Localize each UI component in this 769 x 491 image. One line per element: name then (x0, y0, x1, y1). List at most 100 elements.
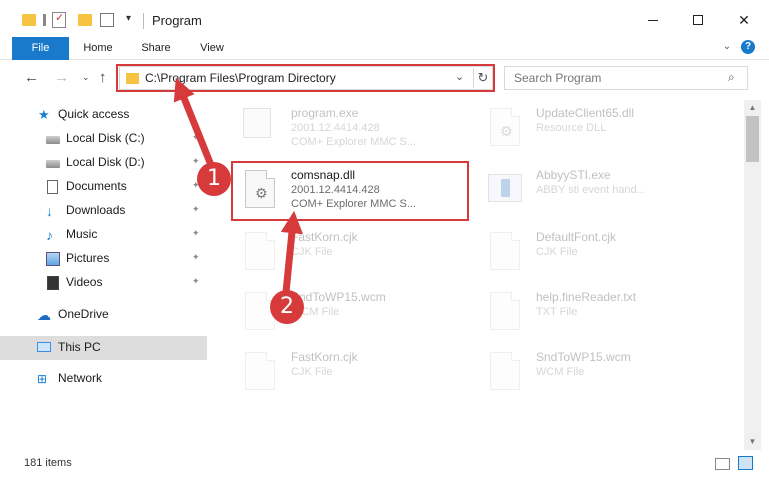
sidebar-item-documents[interactable]: Documents ✦ (0, 176, 207, 198)
file-name: AbbyySTI.exe (536, 168, 611, 182)
file-name: FastKorn.cjk (291, 230, 358, 244)
dll-file-icon: ⚙ (490, 108, 520, 146)
file-name: program.exe (291, 106, 359, 120)
tab-share[interactable]: Share (131, 37, 181, 60)
new-folder-icon[interactable] (78, 14, 92, 26)
title-bar: ▾ Program ✕ (0, 0, 769, 40)
title-separator (143, 13, 144, 29)
document-icon (47, 180, 58, 194)
minimize-button[interactable] (630, 0, 676, 40)
sidebar-item-label: Network (58, 371, 103, 385)
pictures-icon (46, 252, 60, 266)
sidebar-item-label: Pictures (66, 251, 110, 265)
music-icon: ♪ (46, 227, 53, 243)
separator (43, 14, 46, 26)
sidebar-item-local-disk-d[interactable]: Local Disk (D:) ✦ (0, 152, 207, 174)
tab-home[interactable]: Home (73, 37, 123, 60)
sidebar-item-pictures[interactable]: Pictures ✦ (0, 248, 207, 270)
details-view-icon[interactable] (715, 458, 730, 470)
file-list: program.exe 2001.12.4414.428 COM+ Explor… (207, 100, 744, 450)
cloud-icon: ☁ (37, 307, 51, 323)
sidebar-item-quick-access[interactable]: ★ Quick access (0, 104, 207, 126)
minimize-icon (648, 19, 658, 21)
scrollbar-thumb[interactable] (746, 116, 759, 162)
gear-icon: ⚙ (500, 123, 513, 139)
sidebar-item-local-disk-c[interactable]: Local Disk (C:) ✦ (0, 128, 207, 150)
pin-icon: ✦ (192, 204, 200, 214)
sidebar-item-label: Music (66, 227, 98, 241)
folder-icon[interactable] (22, 14, 36, 26)
sidebar-item-label: OneDrive (58, 307, 109, 321)
sidebar-item-label: Local Disk (D:) (66, 155, 145, 169)
file-detail: TXT File (536, 306, 578, 318)
file-name: SndToWP15.wcm (536, 350, 631, 364)
file-item[interactable]: FastKorn.cjk CJK File (217, 344, 452, 398)
status-bar: 181 items (0, 450, 769, 491)
vertical-scrollbar[interactable]: ▲ ▼ (744, 100, 761, 450)
file-detail: CJK File (536, 246, 578, 258)
scroll-up-icon[interactable]: ▲ (744, 100, 761, 116)
pin-icon: ✦ (192, 132, 200, 142)
file-item[interactable]: help.fineReader.txt TXT File (462, 284, 697, 338)
up-button[interactable]: ↑ (99, 69, 107, 86)
sidebar-item-music[interactable]: ♪ Music ✦ (0, 224, 207, 246)
file-detail: 2001.12.4414.428 (291, 122, 380, 134)
pin-icon: ✦ (192, 156, 200, 166)
file-item[interactable]: ⚙ UpdateClient65.dll Resource DLL (462, 100, 697, 154)
pin-icon: ✦ (192, 228, 200, 238)
tab-file[interactable]: File (12, 37, 69, 60)
scroll-down-icon[interactable]: ▼ (744, 434, 761, 450)
back-button[interactable]: ← (24, 69, 39, 86)
tab-view[interactable]: View (188, 37, 236, 60)
application-icon (243, 108, 271, 138)
forward-button[interactable]: → (54, 69, 69, 86)
expand-ribbon-icon[interactable]: ⌄ (720, 40, 734, 54)
file-detail: COM+ Explorer MMC S... (291, 136, 416, 148)
file-icon (245, 352, 275, 390)
file-item[interactable]: SndToWP15.wcm WCM File (462, 344, 697, 398)
customize-quick-access-icon[interactable]: ▾ (126, 13, 131, 33)
help-icon[interactable]: ? (741, 40, 755, 54)
sidebar-item-onedrive[interactable]: ☁ OneDrive (0, 304, 207, 326)
sidebar-item-downloads[interactable]: ↓ Downloads ✦ (0, 200, 207, 222)
file-name: SndToWP15.wcm (291, 290, 386, 304)
file-detail: CJK File (291, 246, 333, 258)
file-icon (245, 232, 275, 270)
callout-badge-2: 2 (270, 290, 304, 324)
view-icon[interactable] (100, 13, 114, 27)
pin-icon: ✦ (192, 252, 200, 262)
recent-locations-button[interactable]: ⌄ (82, 72, 90, 83)
file-detail: ABBY sti event hand... (536, 184, 646, 196)
computer-icon (37, 342, 51, 352)
file-name: help.fineReader.txt (536, 290, 637, 304)
video-icon (47, 276, 59, 290)
search-placeholder: Search Program (514, 71, 602, 85)
file-name: UpdateClient65.dll (536, 106, 635, 120)
file-item[interactable]: SndToWP15.wcm WCM File (217, 284, 452, 338)
address-highlight (116, 64, 495, 92)
disk-icon (46, 136, 60, 144)
sidebar-item-network[interactable]: ⊞ Network (0, 368, 207, 390)
maximize-button[interactable] (675, 0, 721, 40)
application-icon (488, 174, 522, 202)
sidebar-item-label: Downloads (66, 203, 126, 217)
close-button[interactable]: ✕ (721, 0, 767, 40)
properties-icon[interactable] (52, 11, 66, 28)
file-name: DefaultFont.cjk (536, 230, 617, 244)
file-item[interactable]: FastKorn.cjk CJK File (217, 224, 452, 278)
disk-icon (46, 160, 60, 168)
network-icon: ⊞ (37, 372, 48, 386)
large-icons-view-icon[interactable] (738, 456, 753, 470)
file-item[interactable]: AbbyySTI.exe ABBY sti event hand... (462, 162, 697, 216)
sidebar-item-videos[interactable]: Videos ✦ (0, 272, 207, 294)
file-item[interactable]: program.exe 2001.12.4414.428 COM+ Explor… (217, 100, 452, 154)
file-item[interactable]: DefaultFont.cjk CJK File (462, 224, 697, 278)
item-count: 181 items (24, 457, 72, 469)
search-input[interactable]: Search Program ⌕ (504, 66, 748, 90)
sidebar-item-this-pc[interactable]: This PC (0, 336, 207, 360)
file-detail: Resource DLL (536, 122, 607, 134)
sidebar-item-label: This PC (58, 340, 101, 354)
sidebar-item-label: Videos (66, 275, 103, 289)
navigation-pane: ★ Quick access Local Disk (C:) ✦ Local D… (0, 100, 207, 450)
file-detail: WCM File (536, 366, 585, 378)
